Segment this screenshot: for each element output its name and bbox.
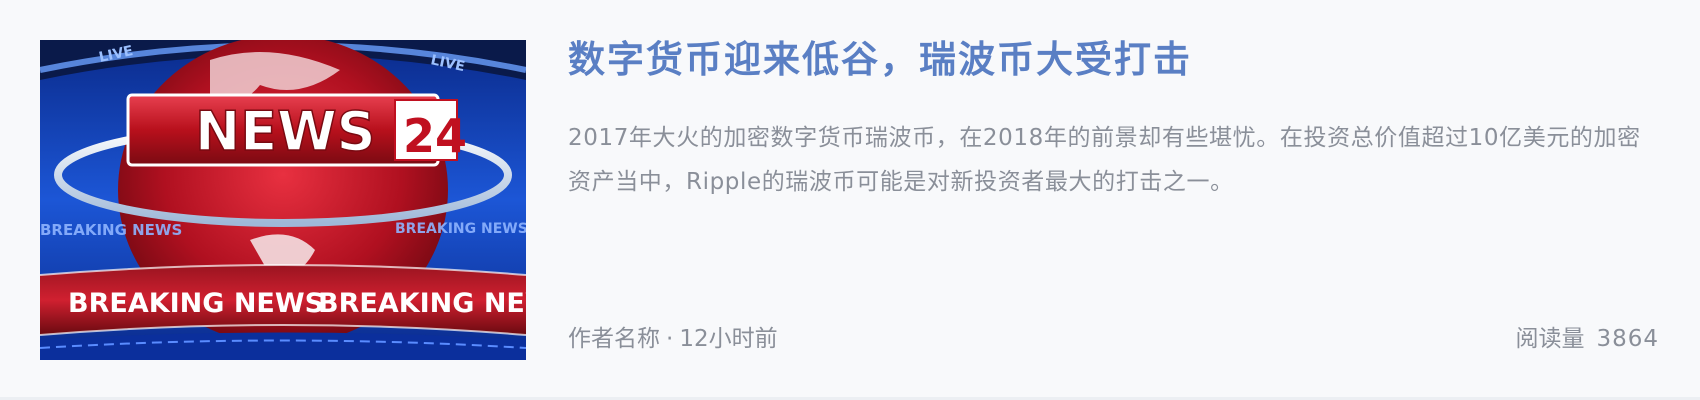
article-thumbnail[interactable]: NEWS 24 LIVE LIVE BREAKING NEWS BREAKING… <box>40 40 526 360</box>
badge-number: 24 <box>403 109 467 163</box>
article-title[interactable]: 数字货币迎来低谷，瑞波币大受打击 <box>568 36 1192 84</box>
read-count-label: 阅读量 <box>1515 326 1585 352</box>
read-count: 阅读量 3864 <box>1515 322 1659 356</box>
news-text: NEWS <box>195 100 376 163</box>
bg-ticker-right: BREAKING NEWS <box>395 221 526 237</box>
meta-separator: · <box>666 326 674 352</box>
ticker-text-2: BREAKING NEWS <box>318 288 526 319</box>
read-count-value: 3864 <box>1596 326 1659 352</box>
article-meta: 作者名称 · 12小时前 <box>568 322 778 356</box>
author-name[interactable]: 作者名称 <box>568 326 660 352</box>
news24-image: NEWS 24 LIVE LIVE BREAKING NEWS BREAKING… <box>40 40 526 360</box>
article-summary: 2017年大火的加密数字货币瑞波币，在2018年的前景却有些堪忧。在投资总价值超… <box>568 125 1641 195</box>
bg-ticker-left: BREAKING NEWS <box>40 221 182 239</box>
news-card[interactable]: NEWS 24 LIVE LIVE BREAKING NEWS BREAKING… <box>0 0 1700 400</box>
publish-time: 12小时前 <box>679 326 778 352</box>
ticker-text-1: BREAKING NEWS <box>68 288 324 319</box>
